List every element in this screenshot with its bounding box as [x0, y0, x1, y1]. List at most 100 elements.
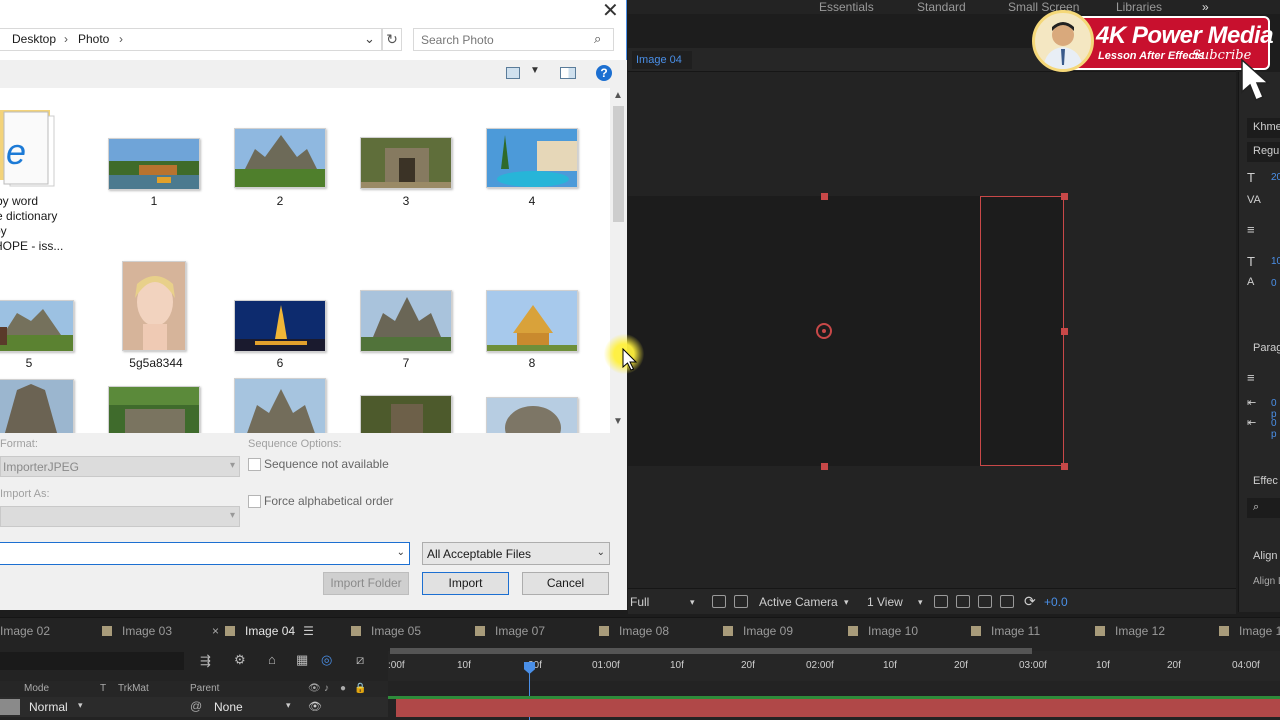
timeline-tab[interactable]: Image 10 [848, 624, 918, 638]
layer-bar[interactable] [396, 699, 1280, 717]
transparency-grid-icon[interactable] [734, 595, 748, 608]
camera-select[interactable]: Active Camera [759, 595, 838, 609]
channel-logo[interactable]: 4K Power Media Lesson After Effects Subc… [1032, 10, 1274, 72]
flowchart-icon[interactable] [1000, 595, 1014, 608]
draft-3d-icon[interactable]: ⚙ [234, 652, 246, 668]
file-label: 6 [276, 356, 284, 370]
timeline-tab[interactable]: Image 07 [475, 624, 545, 638]
comp-mini-flowchart-icon[interactable]: ⇶ [200, 653, 211, 669]
file-type-select[interactable]: All Acceptable Files ⌄ [422, 542, 610, 565]
graph-editor-icon[interactable]: ⧄ [356, 652, 364, 668]
font-style-select[interactable]: Regul [1247, 142, 1280, 162]
exposure-value[interactable]: +0.0 [1044, 595, 1068, 609]
anchor-point-icon[interactable] [816, 323, 832, 339]
photo-thumbnail[interactable] [360, 395, 452, 433]
alphabetical-checkbox[interactable] [248, 495, 261, 508]
timeline-tab[interactable]: Image 11 [971, 624, 1040, 638]
chevron-right-icon[interactable]: › [64, 32, 68, 46]
chevron-down-icon[interactable]: ▾ [286, 700, 291, 711]
parent-select[interactable]: None [214, 700, 243, 714]
shy-layers-icon[interactable]: ⌂ [268, 652, 276, 667]
align-left-icon[interactable]: ≡ [1247, 370, 1255, 385]
chevron-down-icon[interactable]: ▾ [918, 597, 923, 608]
transform-handle[interactable] [1061, 193, 1068, 200]
resolution-select[interactable]: Full [630, 595, 649, 609]
timeline-icon[interactable] [978, 595, 992, 608]
time-ruler[interactable] [388, 651, 1280, 681]
fast-previews-icon[interactable] [956, 595, 970, 608]
workspace-tab-standard[interactable]: Standard [917, 0, 966, 14]
indent-value[interactable]: 0 p [1271, 398, 1280, 420]
logo-subtitle: Lesson After Effects [1098, 50, 1205, 62]
work-area-bar[interactable] [390, 648, 1032, 654]
blend-mode-select[interactable]: Normal [29, 700, 68, 714]
file-name-input[interactable]: ⌄ [0, 542, 410, 565]
scroll-up-icon[interactable]: ▲ [613, 90, 623, 101]
sequence-options-label: Sequence Options: [248, 438, 342, 450]
transform-handle[interactable] [1061, 463, 1068, 470]
layer-row[interactable]: Normal ▾ @ None ▾ 👁 [0, 697, 388, 717]
effects-search-icon[interactable]: ⌕ [1247, 498, 1280, 518]
timeline-tab-active[interactable]: × Image 04 ☰ [212, 624, 314, 638]
search-box[interactable]: ⌕ [413, 28, 614, 51]
alphabetical-checkbox-label[interactable]: Force alphabetical order [264, 494, 393, 508]
layer-search-input[interactable] [0, 652, 184, 670]
cancel-button[interactable]: Cancel [522, 572, 609, 595]
baseline-value[interactable]: 0 [1271, 278, 1277, 289]
refresh-icon[interactable]: ↻ [382, 28, 402, 51]
font-size-value[interactable]: 20 [1271, 172, 1280, 183]
layer-label-color[interactable] [0, 699, 20, 715]
breadcrumb-photo[interactable]: Photo [78, 32, 109, 46]
breadcrumb-desktop[interactable]: Desktop [12, 32, 56, 46]
chevron-down-icon[interactable]: ⌄ [597, 547, 605, 558]
region-of-interest-icon[interactable] [712, 595, 726, 608]
chevron-down-icon[interactable]: ▾ [690, 597, 695, 608]
chevron-down-icon[interactable]: ⌄ [397, 547, 405, 558]
timeline-tab[interactable]: Image 08 [599, 624, 669, 638]
scroll-thumb[interactable] [613, 106, 624, 222]
preview-pane-icon[interactable] [560, 67, 576, 79]
chevron-down-icon[interactable]: ▾ [844, 597, 849, 608]
timeline-tab[interactable]: Image 02 [0, 624, 50, 638]
search-input[interactable] [421, 32, 591, 48]
indent-value[interactable]: 0 p [1271, 418, 1280, 440]
timeline-tab[interactable]: Image 03 [102, 624, 172, 638]
visibility-eye-icon[interactable]: 👁 [308, 700, 322, 713]
timeline-tab[interactable]: Image 09 [723, 624, 793, 638]
transform-handle[interactable] [1061, 328, 1068, 335]
change-view-icon[interactable] [506, 67, 520, 79]
transform-handle[interactable] [821, 463, 828, 470]
frame-blending-icon[interactable]: ▦ [296, 652, 308, 668]
photo-thumbnail[interactable] [486, 397, 578, 433]
motion-blur-icon[interactable]: ◎ [321, 652, 332, 668]
import-button[interactable]: Import [422, 572, 509, 595]
chevron-down-icon[interactable]: ▾ [78, 700, 83, 711]
reset-exposure-icon[interactable]: ⟳ [1024, 593, 1036, 610]
font-family-select[interactable]: Khme [1247, 118, 1280, 138]
view-layout-select[interactable]: 1 View [867, 595, 903, 609]
workspace-tab-essentials[interactable]: Essentials [819, 0, 874, 14]
leading-value[interactable]: 10 [1271, 256, 1280, 267]
pickwhip-icon[interactable]: @ [190, 699, 202, 713]
help-icon[interactable]: ? [596, 65, 612, 81]
timeline-tab[interactable]: Image 12 [1095, 624, 1165, 638]
file-type-value[interactable]: All Acceptable Files [427, 547, 531, 561]
close-icon[interactable]: ✕ [602, 0, 619, 23]
composition-tab[interactable]: Image 04 [632, 51, 692, 69]
timeline-tab[interactable]: Image 05 [351, 624, 421, 638]
file-list-scrollbar[interactable]: ▲ ▼ [610, 88, 627, 433]
chevron-down-icon[interactable]: ⌄ [364, 31, 375, 47]
photo-thumbnail[interactable] [108, 386, 200, 433]
scroll-down-icon[interactable]: ▼ [613, 416, 623, 427]
search-icon[interactable]: ⌕ [594, 31, 601, 47]
chevron-down-icon[interactable]: ▼ [530, 65, 540, 76]
toggle-pixel-aspect-icon[interactable] [934, 595, 948, 608]
photo-thumbnail[interactable] [0, 379, 74, 433]
photo-thumbnail[interactable] [234, 378, 326, 433]
layer-selection-box[interactable] [980, 196, 1064, 466]
file-list[interactable]: e ...rd by word ...ture dictionary ...w … [0, 88, 610, 433]
chevron-right-icon[interactable]: › [119, 32, 123, 46]
timeline-tab[interactable]: Image 1 [1219, 624, 1280, 638]
breadcrumb[interactable]: Desktop › Photo › ⌄ [0, 28, 382, 51]
transform-handle[interactable] [821, 193, 828, 200]
